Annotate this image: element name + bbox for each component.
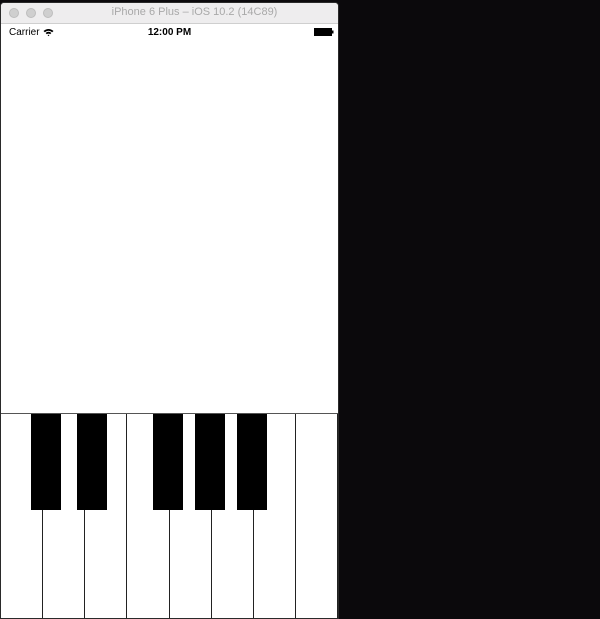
status-time: 12:00 PM bbox=[147, 27, 192, 38]
battery-icon bbox=[314, 28, 334, 36]
piano-keyboard bbox=[1, 413, 338, 618]
close-window-button[interactable] bbox=[9, 8, 19, 18]
main-content-area bbox=[1, 42, 338, 413]
simulator-window: iPhone 6 Plus – iOS 10.2 (14C89) Carrier… bbox=[0, 2, 339, 619]
black-key[interactable] bbox=[31, 414, 61, 510]
black-key[interactable] bbox=[153, 414, 183, 510]
window-title: iPhone 6 Plus – iOS 10.2 (14C89) bbox=[111, 6, 278, 18]
white-key[interactable] bbox=[295, 414, 338, 618]
status-bar: Carrier 12:00 PM bbox=[1, 24, 338, 42]
black-key[interactable] bbox=[195, 414, 225, 510]
device-screen: Carrier 12:00 PM bbox=[1, 24, 338, 618]
black-key[interactable] bbox=[77, 414, 107, 510]
black-key[interactable] bbox=[237, 414, 267, 510]
desktop-background: iPhone 6 Plus – iOS 10.2 (14C89) Carrier… bbox=[0, 0, 600, 619]
minimize-window-button[interactable] bbox=[26, 8, 36, 18]
window-titlebar[interactable]: iPhone 6 Plus – iOS 10.2 (14C89) bbox=[1, 3, 338, 24]
zoom-window-button[interactable] bbox=[43, 8, 53, 18]
